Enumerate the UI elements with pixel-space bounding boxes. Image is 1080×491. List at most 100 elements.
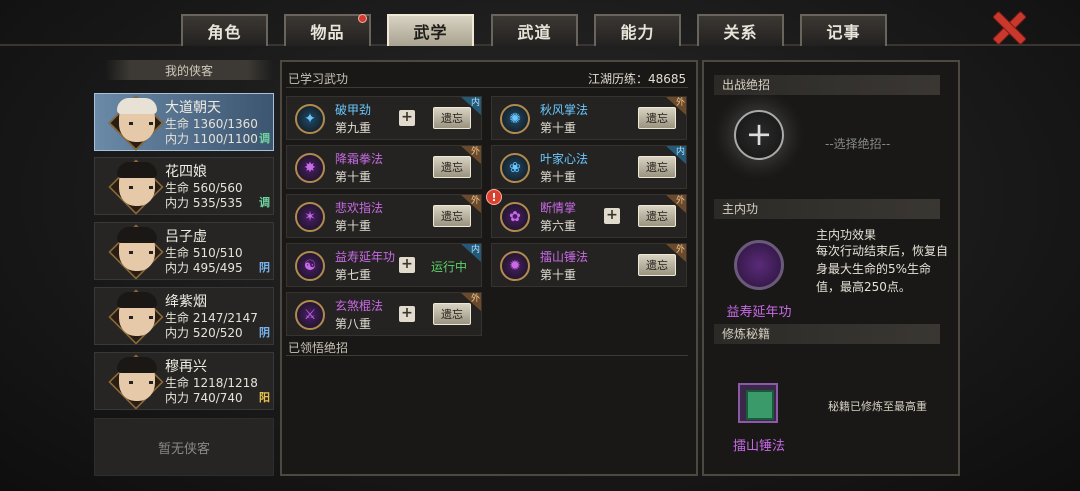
hero-tag: 阴 [259, 326, 270, 339]
skill-icon: ✺ [500, 104, 530, 134]
tab-label: 能力 [620, 23, 655, 42]
skill-icon: ✶ [295, 202, 325, 232]
tab-4[interactable]: 能力 [594, 14, 681, 46]
tab-1[interactable]: 物品 [284, 14, 371, 46]
main-neigong-header: 主内功 [714, 199, 940, 219]
my-heroes-header: 我的侠客 [105, 60, 273, 80]
running-status: 运行中 [431, 260, 468, 274]
skill-name: 降霜拳法 [335, 152, 384, 166]
add-ultimate-button[interactable]: + [734, 110, 784, 160]
skill-card[interactable]: ❀ 叶家心法 第十重 遗忘内 [491, 145, 687, 189]
upgrade-button[interactable]: + [399, 110, 415, 126]
main-neigong-icon[interactable] [734, 240, 784, 290]
skill-name: 益寿延年功 [335, 250, 396, 264]
upgrade-button[interactable]: + [604, 208, 620, 224]
hero-card[interactable]: 花四娘 生命 560/560 内力 535/535 调 [94, 157, 274, 215]
skill-card[interactable]: ✸ 降霜拳法 第十重 遗忘外 [286, 145, 482, 189]
forget-button[interactable]: 遗忘 [638, 156, 676, 178]
train-header: 修炼秘籍 [714, 324, 940, 344]
skill-icon: ⚔ [295, 300, 325, 330]
skill-card[interactable]: ⚔ 玄煞棍法 第八重 + 遗忘外 [286, 292, 482, 336]
skill-icon: ☯ [295, 251, 325, 281]
jianghu-experience: 江湖历练：48685 [588, 72, 687, 86]
tab-label: 物品 [310, 23, 345, 42]
book-icon[interactable] [738, 383, 778, 423]
hero-card[interactable]: 绛紫烟 生命 2147/2147 内力 520/520 阴 [94, 287, 274, 345]
skill-icon: ✿ [500, 202, 530, 232]
skill-name: 擂山锤法 [540, 250, 589, 264]
tab-2[interactable]: 武学 [387, 14, 474, 46]
hero-mp: 内力 1100/1100 [165, 132, 258, 146]
hero-mp: 内力 535/535 [165, 196, 243, 210]
hero-mp: 内力 495/495 [165, 261, 243, 275]
tab-label: 关系 [723, 23, 758, 42]
close-icon[interactable] [988, 8, 1028, 44]
skill-level: 第十重 [540, 268, 577, 282]
skill-icon: ✦ [295, 104, 325, 134]
hero-name: 穆再兴 [165, 359, 207, 375]
hero-tag: 调 [259, 132, 270, 145]
skill-level: 第七重 [335, 268, 372, 282]
main-neigong-name: 益寿延年功 [726, 305, 792, 320]
avatar [117, 98, 157, 142]
tab-6[interactable]: 记事 [800, 14, 887, 46]
tab-label: 武道 [517, 23, 552, 42]
skill-level: 第八重 [335, 317, 372, 331]
ultimate-skills-title: 已领悟绝招 [288, 341, 349, 355]
skill-level: 第十重 [540, 121, 577, 135]
skill-name: 断情掌 [540, 201, 577, 215]
forget-button[interactable]: 遗忘 [638, 107, 676, 129]
ultimate-header: 出战绝招 [714, 75, 940, 95]
skill-level: 第十重 [335, 219, 372, 233]
skill-icon: ✸ [295, 153, 325, 183]
notification-badge [358, 14, 367, 23]
skill-name: 悲欢指法 [335, 201, 384, 215]
forget-button[interactable]: 遗忘 [638, 205, 676, 227]
tab-5[interactable]: 关系 [697, 14, 784, 46]
hero-card[interactable]: 吕子虚 生命 510/510 内力 495/495 阴 [94, 222, 274, 280]
hero-mp: 内力 520/520 [165, 326, 243, 340]
effect-title: 主内功效果 [816, 228, 877, 242]
skill-card[interactable]: ✺ 秋风掌法 第十重 遗忘外 [491, 96, 687, 140]
hero-tag: 阴 [259, 261, 270, 274]
skill-card[interactable]: ✦ 破甲劲 第九重 + 遗忘内 [286, 96, 482, 140]
hero-name: 吕子虚 [165, 229, 207, 245]
forget-button[interactable]: 遗忘 [433, 107, 471, 129]
tab-label: 角色 [207, 23, 242, 42]
forget-button[interactable]: 遗忘 [433, 156, 471, 178]
tab-3[interactable]: 武道 [491, 14, 578, 46]
empty-hero-slot: 暂无侠客 [94, 418, 274, 476]
choose-ultimate-text[interactable]: --选择绝招-- [825, 135, 890, 152]
forget-button[interactable]: 遗忘 [433, 303, 471, 325]
skill-card[interactable]: ✿ 断情掌 第六重 + 遗忘外! [486, 189, 687, 238]
skill-card[interactable]: ✹ 擂山锤法 第十重 遗忘外 [491, 243, 687, 287]
book-name: 擂山锤法 [732, 439, 785, 454]
upgrade-button[interactable]: + [399, 306, 415, 322]
forget-button[interactable]: 遗忘 [433, 205, 471, 227]
hero-name: 大道朝天 [165, 100, 221, 116]
hero-card[interactable]: 穆再兴 生命 1218/1218 内力 740/740 阳 [94, 352, 274, 410]
avatar [117, 162, 157, 206]
learned-skills-title: 已学习武功 [288, 72, 349, 86]
divider [286, 355, 688, 356]
forget-button[interactable]: 遗忘 [638, 254, 676, 276]
book-status: 秘籍已修炼至最高重 [828, 400, 927, 413]
skill-icon: ❀ [500, 153, 530, 183]
skill-level: 第九重 [335, 121, 372, 135]
tab-label: 记事 [826, 23, 861, 42]
avatar [117, 292, 157, 336]
tab-0[interactable]: 角色 [181, 14, 268, 46]
skill-name: 秋风掌法 [540, 103, 589, 117]
skill-card[interactable]: ☯ 益寿延年功 第七重 + 运行中内 [286, 243, 482, 287]
skill-level: 第十重 [540, 170, 577, 184]
hero-card[interactable]: 大道朝天 生命 1360/1360 内力 1100/1100 调 [94, 93, 274, 151]
skill-name: 叶家心法 [540, 152, 589, 166]
avatar [117, 227, 157, 271]
hero-tag: 阳 [259, 391, 270, 404]
skill-icon: ✹ [500, 251, 530, 281]
skill-level: 第六重 [540, 219, 577, 233]
skill-name: 破甲劲 [335, 103, 372, 117]
skill-level: 第十重 [335, 170, 372, 184]
upgrade-button[interactable]: + [399, 257, 415, 273]
skill-card[interactable]: ✶ 悲欢指法 第十重 遗忘外 [286, 194, 482, 238]
